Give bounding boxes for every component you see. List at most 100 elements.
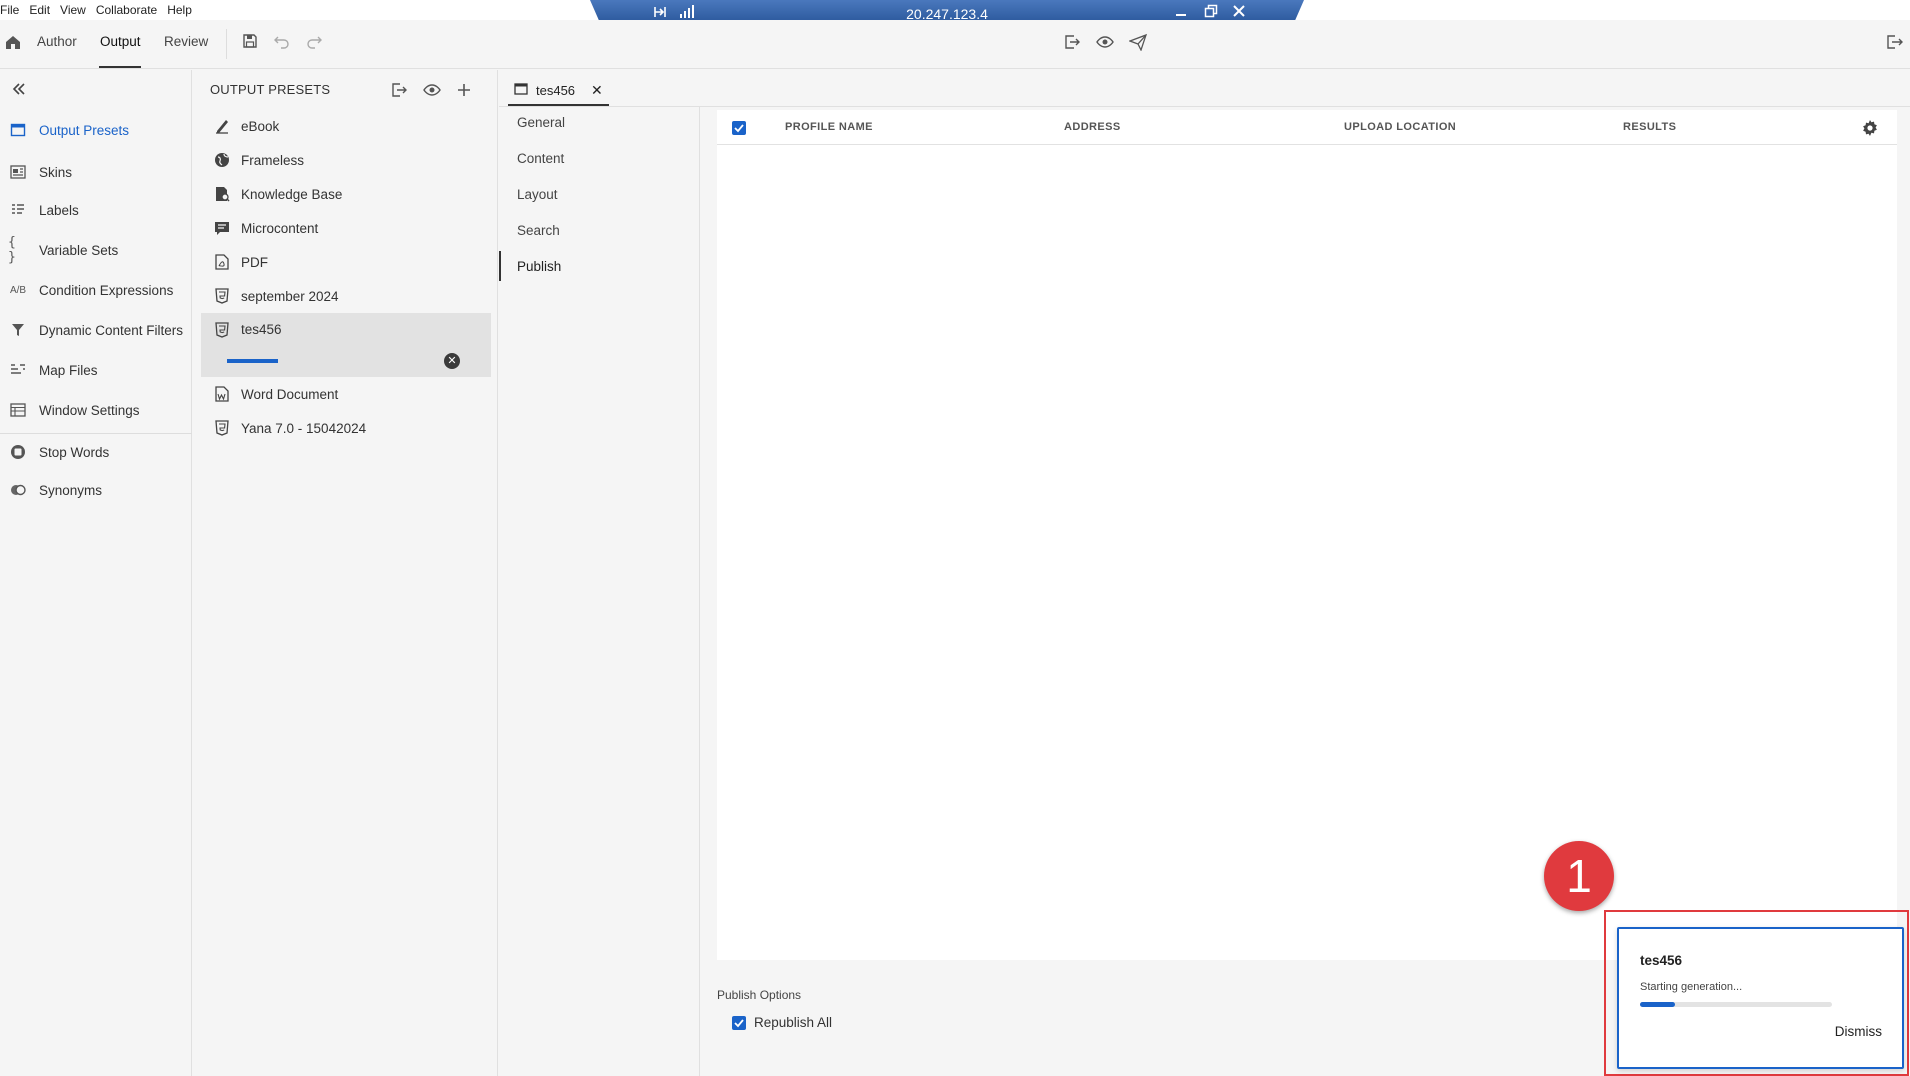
main-toolbar: Author Output Review [0, 20, 1910, 69]
output-presets-panel: OUTPUT PRESETS eBook Frameless Knowledge… [193, 70, 498, 1076]
ebook-icon [213, 117, 231, 135]
html5-icon [213, 321, 231, 339]
subnav-search[interactable]: Search [499, 215, 699, 245]
publishing-destinations-grid: PROFILE NAME ADDRESS UPLOAD LOCATION RES… [717, 110, 1897, 960]
nav-label: Variable Sets [39, 242, 119, 258]
preset-item-tes456[interactable]: tes456 ✕ [201, 313, 491, 377]
tab-output[interactable]: Output [100, 34, 141, 49]
synonyms-icon [8, 480, 28, 500]
subnav-label: Publish [517, 258, 562, 274]
annotation-marker: 1 [1544, 841, 1614, 911]
preset-label: eBook [241, 118, 280, 134]
menu-collaborate[interactable]: Collaborate [96, 3, 163, 17]
nav-output-presets[interactable]: Output Presets [0, 116, 192, 144]
skins-icon [8, 162, 28, 182]
subnav-label: Content [517, 150, 565, 166]
publish-send-icon[interactable] [1128, 33, 1149, 53]
subnav-label: Search [517, 222, 560, 238]
preset-item-september-2024[interactable]: september 2024 [201, 279, 491, 313]
col-profile-name[interactable]: PROFILE NAME [785, 121, 873, 133]
save-icon[interactable] [242, 33, 262, 53]
preset-item-frameless[interactable]: Frameless [201, 143, 491, 177]
preset-label: tes456 [241, 322, 282, 337]
nav-window-settings[interactable]: Window Settings [0, 396, 192, 424]
preset-item-word-document[interactable]: Word Document [201, 377, 491, 411]
publish-options-label: Publish Options [717, 988, 802, 1002]
build-icon[interactable] [1063, 33, 1083, 53]
toolbar-divider [226, 29, 227, 59]
nav-label: Labels [39, 202, 79, 218]
menu-edit[interactable]: Edit [29, 3, 56, 17]
subnav-label: Layout [517, 186, 558, 202]
editor-tab-tes456[interactable]: tes456 ✕ [508, 76, 609, 106]
nav-synonyms[interactable]: Synonyms [0, 476, 192, 504]
preset-build-progress [227, 359, 289, 363]
col-upload-location[interactable]: UPLOAD LOCATION [1344, 121, 1456, 133]
preset-label: Yana 7.0 - 15042024 [241, 420, 367, 436]
dismiss-button[interactable]: Dismiss [1835, 1024, 1882, 1039]
tab-strip-border [499, 106, 1910, 107]
nav-condition-expressions[interactable]: A/B Condition Expressions [0, 276, 192, 304]
build-preset-icon[interactable] [390, 81, 408, 99]
window-tab-icon [514, 83, 530, 97]
close-tab-icon[interactable]: ✕ [591, 82, 603, 99]
tab-review[interactable]: Review [164, 34, 208, 49]
notification-progress-bar [1640, 1002, 1832, 1007]
view-output-icon[interactable] [423, 81, 441, 99]
nav-label: Window Settings [39, 402, 140, 418]
preset-label: Knowledge Base [241, 186, 343, 202]
nav-variable-sets[interactable]: { } Variable Sets [0, 235, 192, 265]
condition-expressions-icon: A/B [9, 284, 27, 296]
subnav-general[interactable]: General [499, 107, 699, 137]
menu-view[interactable]: View [60, 3, 92, 17]
preset-item-pdf[interactable]: PDF [201, 245, 491, 279]
nav-labels[interactable]: Labels [0, 196, 192, 224]
republish-all-checkbox[interactable] [732, 1015, 746, 1030]
home-icon[interactable] [4, 33, 24, 53]
microcontent-icon [213, 219, 231, 237]
nav-divider [0, 433, 192, 434]
variable-sets-icon: { } [8, 235, 16, 265]
republish-all-label: Republish All [754, 1015, 833, 1030]
redo-icon[interactable] [305, 33, 325, 53]
subnav-label: General [517, 114, 566, 130]
notification-title: tes456 [1640, 953, 1683, 968]
preview-icon[interactable] [1096, 33, 1116, 53]
html5-icon [213, 287, 231, 305]
subnav-publish[interactable]: Publish [499, 251, 699, 281]
col-address[interactable]: ADDRESS [1064, 121, 1121, 133]
presets-title: OUTPUT PRESETS [210, 82, 331, 97]
subnav-content[interactable]: Content [499, 143, 699, 173]
gear-icon[interactable] [1861, 119, 1879, 137]
logout-icon[interactable] [1885, 33, 1905, 53]
notification-status: Starting generation... [1640, 981, 1743, 993]
window-settings-icon [8, 400, 28, 420]
menu-help[interactable]: Help [167, 3, 198, 17]
select-all-checkbox[interactable] [732, 121, 746, 135]
preset-label: Word Document [241, 386, 339, 402]
add-preset-icon[interactable] [455, 81, 473, 99]
notification-progress-fill [1640, 1002, 1675, 1007]
preset-label: Frameless [241, 152, 305, 168]
collapse-panel-icon[interactable] [10, 80, 30, 100]
html5-icon [213, 419, 231, 437]
preset-item-microcontent[interactable]: Microcontent [201, 211, 491, 245]
cancel-build-icon[interactable]: ✕ [444, 353, 460, 369]
col-results[interactable]: RESULTS [1623, 121, 1676, 133]
preset-item-ebook[interactable]: eBook [201, 109, 491, 143]
undo-icon[interactable] [273, 33, 293, 53]
nav-label: Condition Expressions [39, 282, 174, 298]
nav-map-files[interactable]: Map Files [0, 356, 192, 384]
republish-all-option[interactable]: Republish All [732, 1015, 832, 1030]
tab-author[interactable]: Author [37, 34, 77, 49]
subnav-layout[interactable]: Layout [499, 179, 699, 209]
grid-header: PROFILE NAME ADDRESS UPLOAD LOCATION RES… [717, 110, 1897, 145]
preset-item-knowledge-base[interactable]: Knowledge Base [201, 177, 491, 211]
menu-file[interactable]: File [0, 3, 25, 17]
nav-dynamic-content-filters[interactable]: Dynamic Content Filters [0, 316, 192, 344]
target-settings-nav: General Content Layout Search Publish [499, 107, 700, 1076]
nav-stop-words[interactable]: Stop Words [0, 438, 192, 466]
word-icon [213, 385, 231, 403]
preset-item-yana[interactable]: Yana 7.0 - 15042024 [201, 411, 491, 445]
nav-skins[interactable]: Skins [0, 158, 192, 186]
